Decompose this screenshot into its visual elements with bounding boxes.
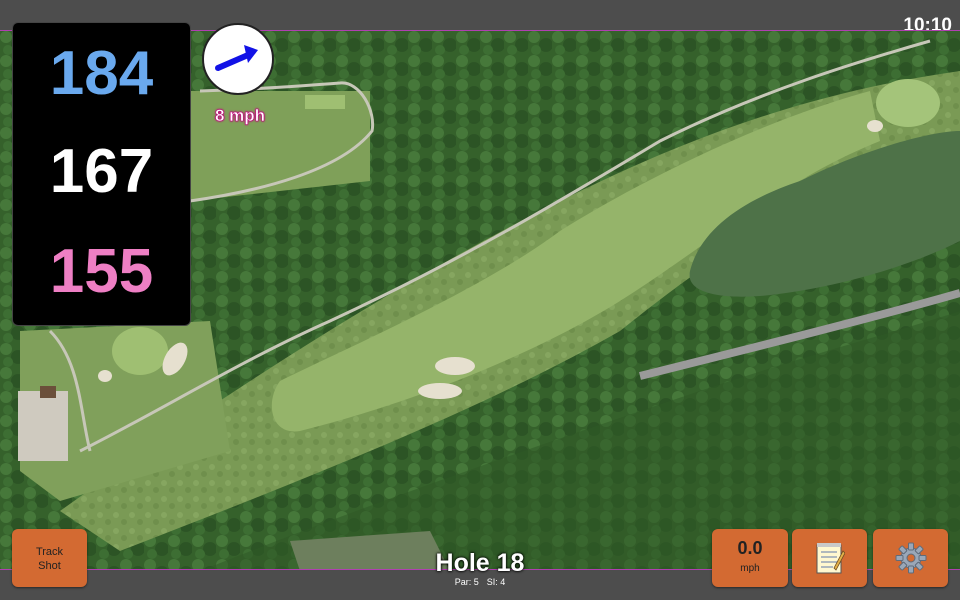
settings-button[interactable] xyxy=(873,529,948,587)
wind-indicator[interactable] xyxy=(202,23,274,95)
hole-title: Hole 18 xyxy=(435,549,525,577)
hole-stroke-index: SI: 4 xyxy=(486,577,506,587)
track-shot-label-line1: Track xyxy=(35,546,64,558)
speed-button[interactable]: 0.0 mph xyxy=(712,529,788,587)
wind-direction-arrow-icon xyxy=(215,45,258,71)
speed-unit: mph xyxy=(740,563,760,574)
distance-panel: 184 167 155 xyxy=(12,22,191,326)
middle-distance: 167 xyxy=(49,137,154,206)
hole-info: Par: 5 SI: 4 xyxy=(380,577,580,587)
notes-button[interactable] xyxy=(792,529,867,587)
wind-speed-label: 8 mph xyxy=(214,106,266,126)
front-distance: 155 xyxy=(49,237,154,306)
gear-icon xyxy=(895,542,926,574)
hole-par: Par: 5 xyxy=(454,577,479,587)
speed-value: 0.0 xyxy=(737,538,763,558)
track-shot-button[interactable]: Track Shot xyxy=(12,529,87,587)
back-distance: 184 xyxy=(49,39,154,108)
notepad-icon xyxy=(816,543,845,574)
track-shot-label-line2: Shot xyxy=(38,560,61,572)
